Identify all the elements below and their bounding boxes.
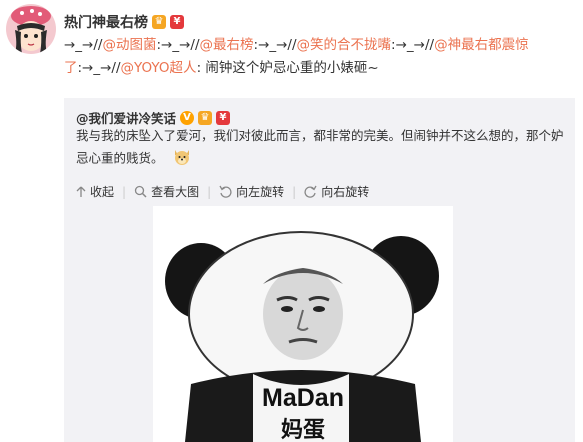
post-text-segment: →_→// <box>64 37 103 53</box>
doge-emoji-icon <box>172 146 192 172</box>
post-text: →_→//@动图菌:→_→//@最右榜:→_→//@笑的合不拢嘴:→_→//@神… <box>64 34 564 80</box>
author-line: 热门神最右榜 ♛ ¥ <box>64 12 184 32</box>
author-name[interactable]: 热门神最右榜 <box>64 12 148 32</box>
crown-badge-icon: ♛ <box>198 110 213 125</box>
repost-text-block: 我与我的床坠入了爱河，我们对彼此而言，都非常的完美。但闹钟并不这么想的，那个妒忌… <box>76 125 566 172</box>
repost-card: @我们爱讲冷笑话 V ♛ ¥ 我与我的床坠入了爱河，我们对彼此而言，都非常的完美… <box>64 98 575 442</box>
post-text-segment: :→_→// <box>253 37 297 53</box>
collect-button[interactable]: 收起 <box>76 183 114 200</box>
divider: | <box>122 184 127 199</box>
post-text-segment: : 闹钟这个妒忌心重的小婊砸~ <box>196 60 379 76</box>
repost-text: 我与我的床坠入了爱河，我们对彼此而言，都非常的完美。但闹钟并不这么想的，那个妒忌… <box>76 128 564 166</box>
image-caption-en: MaDan <box>262 384 344 412</box>
verified-v-icon: V <box>180 110 195 125</box>
mention-link[interactable]: @笑的合不拢嘴 <box>297 37 392 53</box>
avatar[interactable] <box>6 4 56 54</box>
post-text-segment: :→_→// <box>77 60 121 76</box>
mention-link[interactable]: @动图菌 <box>102 37 156 53</box>
rotate-left-label: 向左旋转 <box>236 185 285 199</box>
rotate-left-icon <box>219 185 232 198</box>
post-text-segment: :→_→// <box>156 37 200 53</box>
view-large-label: 查看大图 <box>151 185 200 199</box>
rotate-right-button[interactable]: 向右旋转 <box>304 183 369 200</box>
crown-badge-icon: ♛ <box>152 15 166 29</box>
red-envelope-badge-icon: ¥ <box>170 15 184 29</box>
post-text-segment: :→_→// <box>391 37 435 53</box>
rotate-right-icon <box>304 185 317 198</box>
view-large-button[interactable]: 查看大图 <box>134 183 199 200</box>
mention-link[interactable]: @YOYO超人 <box>121 60 197 76</box>
rotate-right-label: 向右旋转 <box>321 185 370 199</box>
arrow-up-icon <box>76 186 86 197</box>
collect-label: 收起 <box>90 185 115 199</box>
red-envelope-badge-icon: ¥ <box>216 110 231 125</box>
image-actions: 收起 | 查看大图 | 向左旋转 | 向右旋转 <box>76 183 369 200</box>
mention-link[interactable]: @最右榜 <box>200 37 254 53</box>
divider: | <box>207 184 212 199</box>
image-caption-zh: 妈蛋 <box>280 418 325 442</box>
meme-image[interactable]: MaDan 妈蛋 <box>153 206 453 442</box>
magnifier-icon <box>134 185 147 198</box>
rotate-left-button[interactable]: 向左旋转 <box>219 183 284 200</box>
avatar-image <box>6 4 56 54</box>
divider: | <box>292 184 297 199</box>
